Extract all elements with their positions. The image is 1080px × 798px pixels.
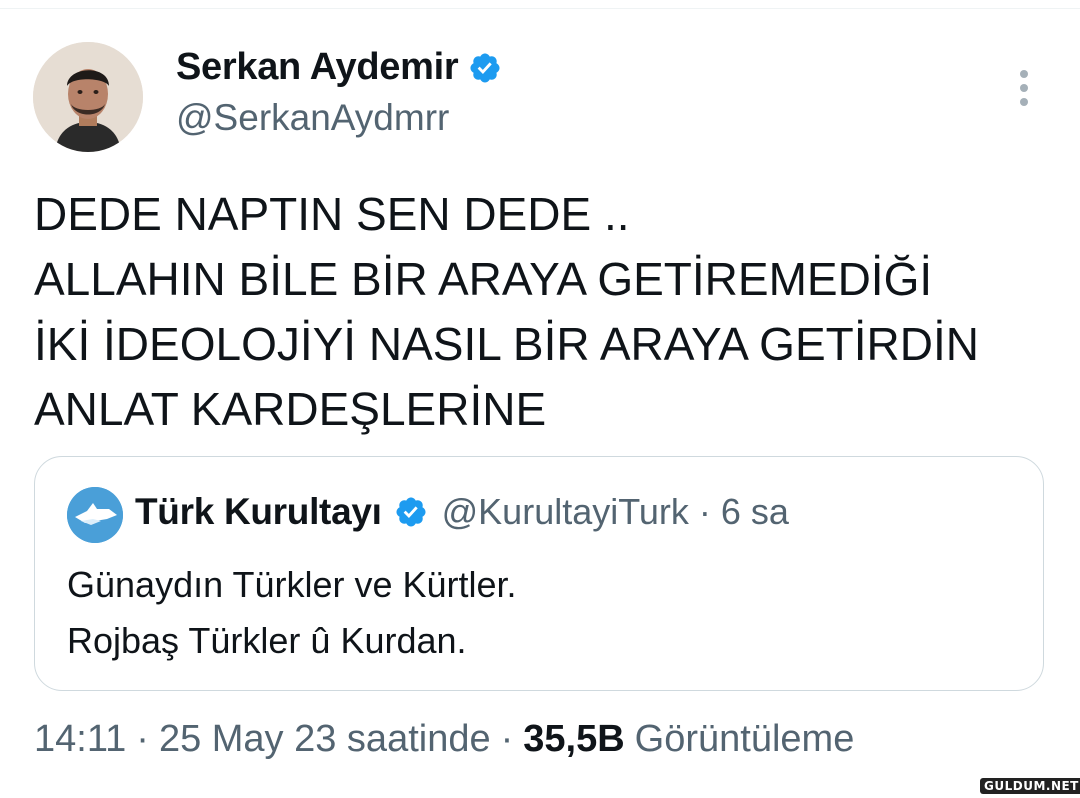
tweet-text-line: ALLAHIN BİLE BİR ARAYA GETİREMEDİĞİ [34,253,933,305]
separator-dot: · [698,491,711,532]
site-watermark: GULDUM.NET [980,778,1080,794]
author-avatar-image [33,42,143,152]
quoted-tweet-card[interactable]: Türk Kurultayı @KurultayiTurk · 6 sa Gün… [34,456,1044,691]
tweet-text: DEDE NAPTIN SEN DEDE .. ALLAHIN BİLE BİR… [34,182,1044,442]
separator-dot: · [500,718,514,760]
quoted-text-line: Günaydın Türkler ve Kürtler. [67,564,517,605]
wolf-logo-icon [67,487,123,543]
verified-badge-icon[interactable] [394,495,428,529]
quoted-author-avatar[interactable] [67,487,123,543]
author-avatar[interactable] [33,42,143,152]
author-display-name[interactable]: Serkan Aydemir [176,46,459,89]
quoted-tweet-header: Türk Kurultayı @KurultayiTurk · 6 sa [135,491,789,533]
views-label: Görüntüleme [634,718,855,760]
tweet-date[interactable]: 25 May 23 saatinde [159,718,491,761]
tweet-text-line: İKİ İDEOLOJİYİ NASIL BİR ARAYA GETİRDİN [34,318,979,370]
top-divider [0,8,1080,9]
separator-dot: · [136,718,149,760]
verified-badge-icon[interactable] [468,51,502,85]
tweet-meta: 14:11 · 25 May 23 saatinde · 35,5B Görün… [34,718,854,761]
tweet-text-line: DEDE NAPTIN SEN DEDE .. [34,188,630,240]
tweet-text-line: ANLAT KARDEŞLERİNE [34,383,547,435]
tweet-time[interactable]: 14:11 [34,718,126,761]
author-name-row: Serkan Aydemir [176,46,502,89]
more-options-icon[interactable] [1008,66,1042,110]
quoted-tweet-text: Günaydın Türkler ve Kürtler. Rojbaş Türk… [67,557,517,669]
quoted-author-name[interactable]: Türk Kurultayı [135,491,382,533]
quoted-author-handle[interactable]: @KurultayiTurk [442,491,689,533]
author-handle[interactable]: @SerkanAydmrr [176,97,449,139]
quoted-tweet-time[interactable]: 6 sa [721,491,789,533]
quoted-text-line: Rojbaş Türkler û Kurdan. [67,620,467,661]
views-count[interactable]: 35,5B [523,718,624,761]
